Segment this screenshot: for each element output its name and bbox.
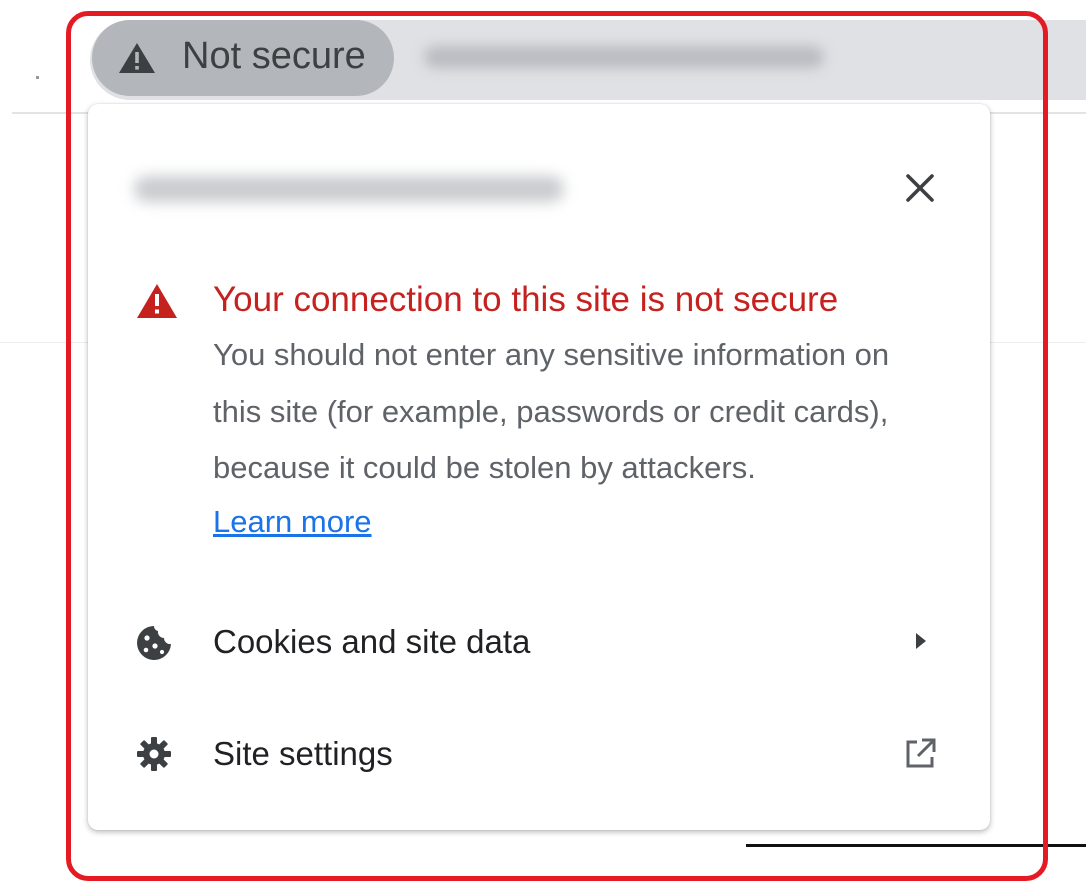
- learn-more-link[interactable]: Learn more: [213, 500, 372, 544]
- cookies-and-site-data-item[interactable]: Cookies and site data: [88, 596, 990, 688]
- cookie-icon: [137, 626, 171, 660]
- chevron-right-icon: [916, 633, 926, 649]
- warning-triangle-icon: [137, 284, 177, 318]
- warning-triangle-icon: [119, 43, 155, 73]
- open-in-new-icon: [906, 738, 936, 768]
- blurred-url[interactable]: [424, 46, 824, 68]
- warning-description: You should not enter any sensitive infor…: [213, 337, 890, 485]
- site-settings-item[interactable]: Site settings: [88, 708, 990, 800]
- page-underline: [746, 844, 1086, 847]
- close-icon[interactable]: [898, 166, 942, 210]
- warning-title: Your connection to this site is not secu…: [213, 280, 839, 319]
- gear-icon: [137, 737, 171, 771]
- not-secure-label[interactable]: Not secure: [182, 32, 366, 80]
- popup-blurred-host: [134, 176, 564, 202]
- toolbar-dot: [36, 76, 39, 79]
- cookies-label: Cookies and site data: [213, 623, 531, 660]
- site-settings-label: Site settings: [213, 735, 393, 772]
